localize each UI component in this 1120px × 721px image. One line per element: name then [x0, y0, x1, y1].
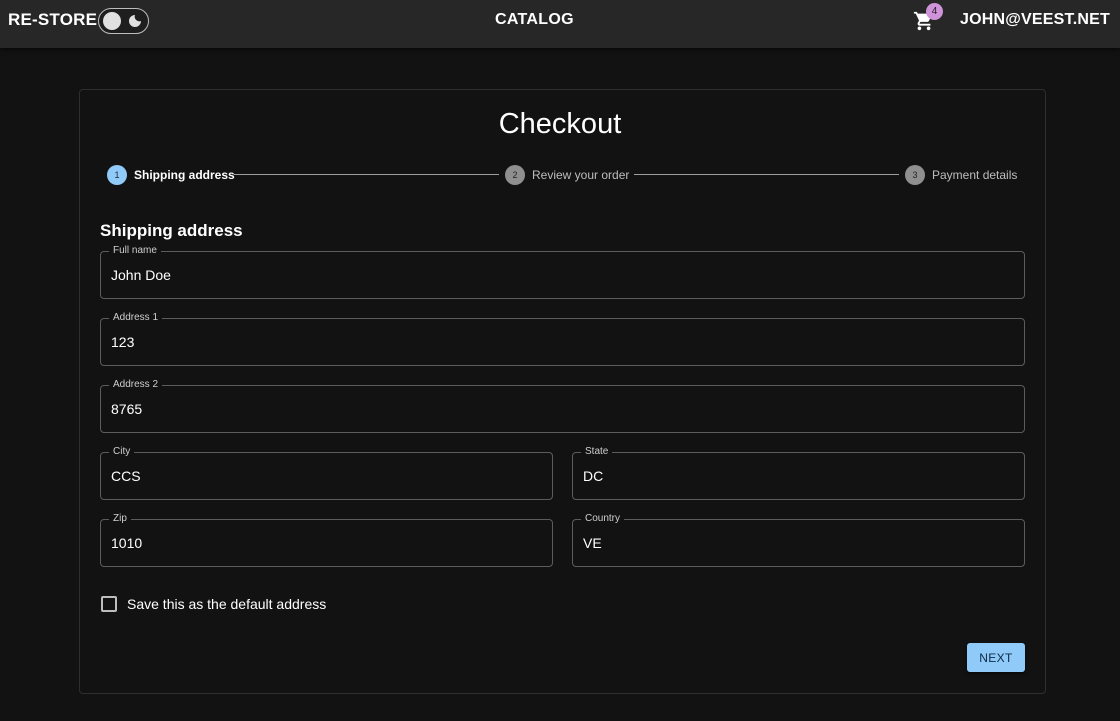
zip-input[interactable]	[111, 520, 542, 566]
state-field: State	[572, 445, 1025, 500]
step-number: 2	[505, 165, 525, 185]
zip-field: Zip	[100, 512, 553, 567]
section-title: Shipping address	[100, 221, 243, 240]
save-default-checkbox[interactable]	[101, 596, 117, 612]
step-number: 1	[107, 165, 127, 185]
switch-knob	[103, 12, 121, 30]
step-label: Review your order	[532, 168, 630, 182]
step-shipping-address: 1 Shipping address	[107, 165, 235, 185]
step-number: 3	[905, 165, 925, 185]
state-input[interactable]	[583, 453, 1014, 499]
step-payment-details: 3 Payment details	[905, 165, 1017, 185]
app-bar: RE-STORE CATALOG 4 JOHN@VEEST.NET	[0, 0, 1120, 48]
address1-field: Address 1	[100, 311, 1025, 366]
nav-link-catalog[interactable]: CATALOG	[495, 0, 574, 40]
country-input[interactable]	[583, 520, 1014, 566]
checkbox-label: Save this as the default address	[127, 596, 327, 612]
city-field: City	[100, 445, 553, 500]
full-name-field: Full name	[100, 244, 1025, 299]
moon-icon	[126, 12, 144, 30]
user-menu[interactable]: JOHN@VEEST.NET	[960, 0, 1110, 40]
step-label: Payment details	[932, 168, 1018, 182]
theme-toggle-switch[interactable]	[98, 8, 149, 34]
next-button[interactable]: NEXT	[967, 643, 1025, 672]
address1-input[interactable]	[111, 319, 1014, 365]
full-name-input[interactable]	[111, 252, 1014, 298]
step-label: Shipping address	[134, 168, 235, 182]
step-connector	[634, 174, 899, 175]
step-review-order: 2 Review your order	[505, 165, 629, 185]
save-default-address-row[interactable]: Save this as the default address	[100, 594, 326, 614]
brand-title: RE-STORE	[8, 10, 98, 29]
city-input[interactable]	[111, 453, 542, 499]
country-field: Country	[572, 512, 1025, 567]
address2-field: Address 2	[100, 378, 1025, 433]
step-connector	[234, 174, 499, 175]
page-title: Checkout	[498, 108, 622, 140]
cart-count-badge: 4	[926, 3, 943, 20]
address2-input[interactable]	[111, 386, 1014, 432]
